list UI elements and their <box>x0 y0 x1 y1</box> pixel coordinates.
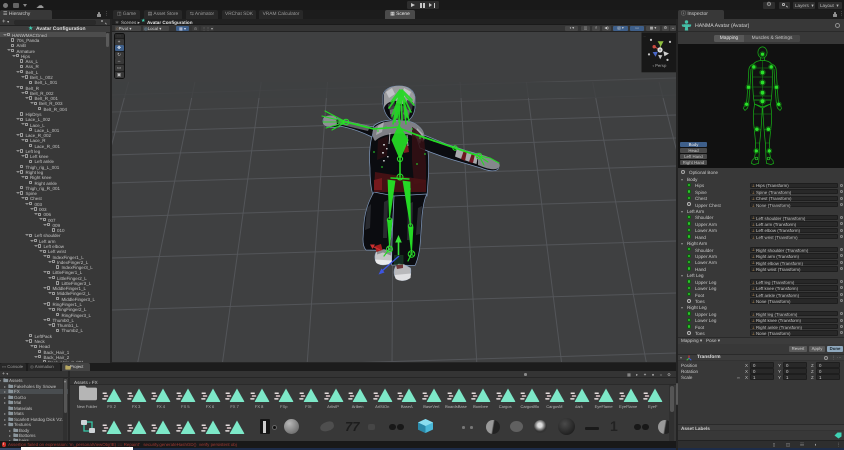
svg-text:...: ... <box>644 34 647 38</box>
svg-text:‹ Persp: ‹ Persp <box>653 63 667 68</box>
